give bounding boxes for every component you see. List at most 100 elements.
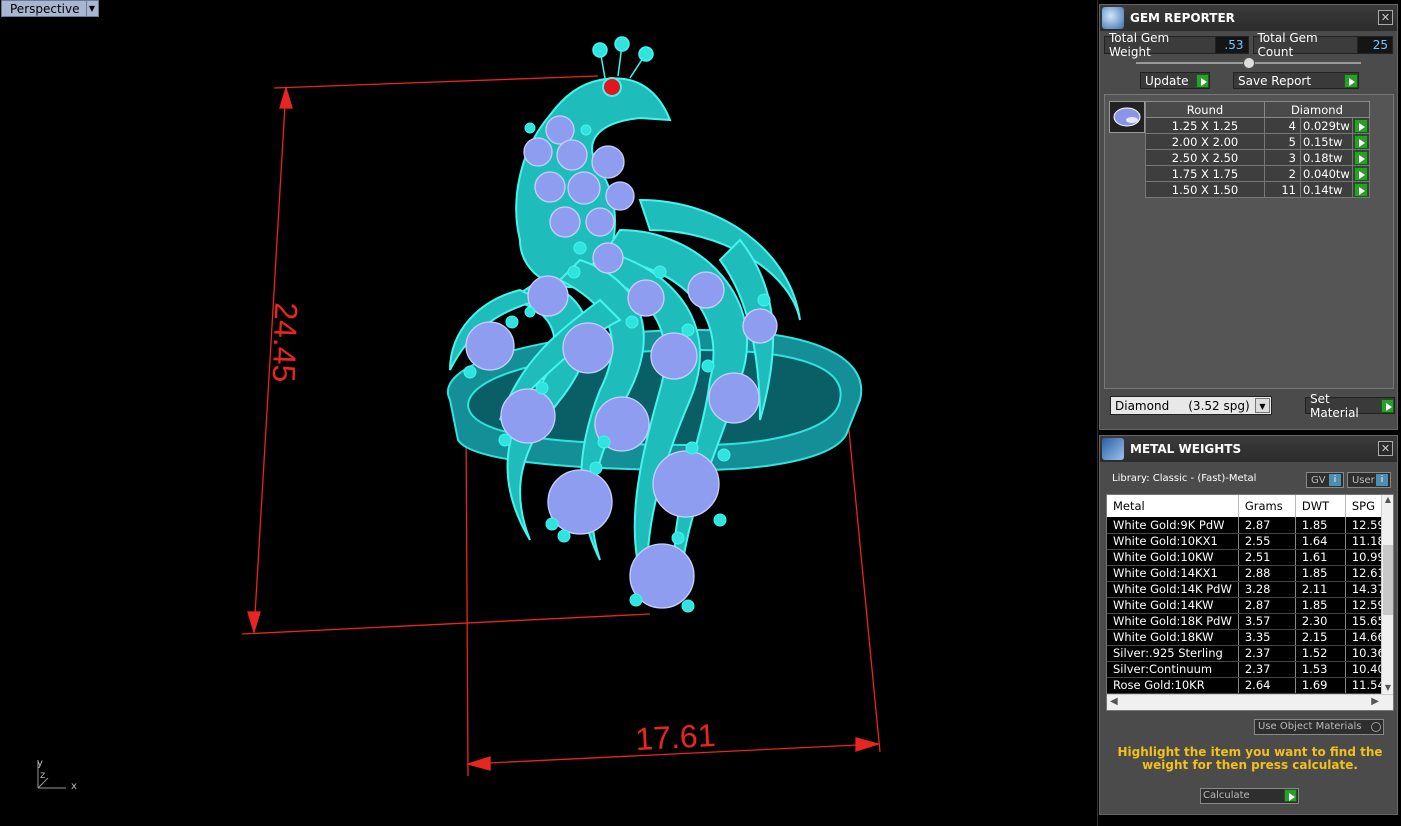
gem-size-slider[interactable] bbox=[1136, 56, 1361, 70]
gem-row[interactable]: 1.50 X 1.50 11 0.14tw bbox=[1145, 181, 1370, 198]
table-row[interactable]: Rose Gold:10KR 2.64 1.69 11.54 bbox=[1107, 677, 1392, 694]
vertical-scrollbar[interactable]: ▲ ▼ bbox=[1381, 495, 1393, 695]
calculate-button-label: Calculate bbox=[1203, 790, 1250, 801]
viewport-tab-label[interactable]: Perspective bbox=[1, 0, 87, 17]
gem-reporter-close-button[interactable]: ✕ bbox=[1378, 10, 1393, 25]
calculate-button[interactable]: Calculate bbox=[1200, 788, 1299, 804]
metal-col-header[interactable]: Metal bbox=[1107, 495, 1239, 517]
total-gem-weight-field: Total Gem Weight .53 bbox=[1104, 31, 1249, 59]
horizontal-scrollbar[interactable]: ◀ ▶ bbox=[1107, 694, 1393, 710]
total-gem-count-label: Total Gem Count bbox=[1257, 31, 1318, 59]
metal-grams: 2.87 bbox=[1238, 597, 1296, 614]
ring-model-render[interactable]: 24.45 17.61 y z x bbox=[0, 0, 1098, 826]
update-button[interactable]: Update bbox=[1140, 72, 1210, 89]
metal-weights-close-button[interactable]: ✕ bbox=[1378, 441, 1393, 456]
table-row[interactable]: White Gold:10KX1 2.55 1.64 11.18 bbox=[1107, 533, 1392, 550]
select-arrow-icon[interactable] bbox=[1353, 118, 1368, 133]
table-row[interactable]: Silver:Continuum 2.37 1.53 10.40 bbox=[1107, 661, 1392, 678]
axis-y-label: y bbox=[37, 758, 43, 769]
dimension-vertical-label: 24.45 bbox=[266, 302, 305, 383]
user-toggle[interactable]: User i bbox=[1347, 472, 1391, 488]
dimension-horizontal-label: 17.61 bbox=[634, 717, 716, 757]
gem-count: 11 bbox=[1264, 181, 1301, 198]
metal-weights-title: METAL WEIGHTS bbox=[1130, 442, 1242, 456]
table-row[interactable]: White Gold:10KW 2.51 1.61 10.99 bbox=[1107, 549, 1392, 566]
gem-table: Round Diamond 1.25 X 1.25 4 0.029tw 2.00… bbox=[1145, 101, 1370, 198]
perspective-viewport[interactable]: 24.45 17.61 y z x Perspective ▼ bbox=[0, 0, 1098, 826]
metal-dwt: 1.69 bbox=[1295, 677, 1346, 694]
table-row[interactable]: White Gold:14KX1 2.88 1.85 12.61 bbox=[1107, 565, 1392, 582]
gem-row[interactable]: 2.50 X 2.50 3 0.18tw bbox=[1145, 149, 1370, 166]
metal-dwt: 1.85 bbox=[1295, 597, 1346, 614]
use-object-materials-label: Use Object Materials bbox=[1258, 721, 1362, 732]
metal-dwt: 1.64 bbox=[1295, 533, 1346, 550]
scroll-right-icon[interactable]: ▶ bbox=[1371, 696, 1379, 707]
slider-knob[interactable] bbox=[1243, 57, 1255, 69]
gem-row[interactable]: 2.00 X 2.00 5 0.15tw bbox=[1145, 133, 1370, 150]
play-arrow-icon bbox=[1381, 398, 1394, 413]
gem-count: 3 bbox=[1264, 149, 1301, 166]
select-arrow-icon[interactable] bbox=[1353, 134, 1368, 149]
table-row[interactable]: White Gold:9K PdW 2.87 1.85 12.59 bbox=[1107, 517, 1392, 534]
metal-dwt: 2.11 bbox=[1295, 581, 1346, 598]
play-arrow-icon bbox=[1196, 73, 1209, 88]
scroll-left-icon[interactable]: ◀ bbox=[1110, 696, 1118, 707]
metal-grams: 3.35 bbox=[1238, 629, 1296, 646]
gem-weight: 0.18tw bbox=[1300, 149, 1353, 166]
metal-table-container[interactable]: Metal Grams DWT SPG White Gold:9K PdW 2.8… bbox=[1106, 494, 1394, 711]
gem-weight: 0.15tw bbox=[1300, 133, 1353, 150]
play-arrow-icon bbox=[1344, 73, 1358, 88]
set-material-button[interactable]: Set Material bbox=[1305, 392, 1395, 420]
user-toggle-label: User bbox=[1352, 474, 1375, 486]
scroll-up-icon[interactable]: ▲ bbox=[1382, 495, 1393, 507]
table-row[interactable]: Silver:.925 Sterling 2.37 1.52 10.36 bbox=[1107, 645, 1392, 662]
select-arrow-icon[interactable] bbox=[1353, 182, 1368, 197]
table-row[interactable]: White Gold:18K PdW 3.57 2.30 15.65 bbox=[1107, 613, 1392, 630]
round-gem-thumbnail-icon[interactable] bbox=[1109, 101, 1145, 133]
axis-z-label: z bbox=[40, 770, 45, 781]
use-object-materials-option[interactable]: Use Object Materials bbox=[1254, 719, 1384, 735]
grams-col-header[interactable]: Grams bbox=[1238, 495, 1296, 517]
metal-grams: 2.37 bbox=[1238, 645, 1296, 662]
material-select[interactable]: Diamond (3.52 spg) ▼ bbox=[1110, 396, 1272, 415]
gem-reporter-app-icon bbox=[1102, 7, 1124, 29]
dwt-col-header[interactable]: DWT bbox=[1295, 495, 1346, 517]
scrollbar-thumb[interactable] bbox=[1383, 545, 1393, 615]
metal-grams: 2.55 bbox=[1238, 533, 1296, 550]
metal-name: White Gold:10KW bbox=[1107, 549, 1239, 566]
save-report-button[interactable]: Save Report bbox=[1233, 72, 1359, 89]
metal-weights-titlebar[interactable]: METAL WEIGHTS ✕ bbox=[1100, 436, 1397, 462]
gem-table-header-stone: Diamond bbox=[1264, 101, 1370, 118]
table-row[interactable]: White Gold:14KW 2.87 1.85 12.59 bbox=[1107, 597, 1392, 614]
metal-name: White Gold:18K PdW bbox=[1107, 613, 1239, 630]
metal-dwt: 1.85 bbox=[1295, 565, 1346, 582]
viewport-tab[interactable]: Perspective ▼ bbox=[1, 0, 99, 17]
metal-grams: 2.88 bbox=[1238, 565, 1296, 582]
metal-name: White Gold:9K PdW bbox=[1107, 517, 1239, 534]
gem-row[interactable]: 1.75 X 1.75 2 0.040tw bbox=[1145, 165, 1370, 182]
metal-name: White Gold:10KX1 bbox=[1107, 533, 1239, 550]
table-row[interactable]: White Gold:14K PdW 3.28 2.11 14.37 bbox=[1107, 581, 1392, 598]
instruction-hint: Highlight the item you want to find the … bbox=[1117, 745, 1383, 772]
radio-icon[interactable] bbox=[1371, 722, 1381, 732]
metal-name: Silver:.925 Sterling bbox=[1107, 645, 1239, 662]
metal-grams: 2.51 bbox=[1238, 549, 1296, 566]
metal-name: White Gold:18KW bbox=[1107, 629, 1239, 646]
chevron-down-icon[interactable]: ▼ bbox=[1255, 398, 1270, 413]
info-icon: i bbox=[1376, 474, 1388, 486]
gem-row[interactable]: 1.25 X 1.25 4 0.029tw bbox=[1145, 117, 1370, 134]
table-row[interactable]: White Gold:18KW 3.35 2.15 14.66 bbox=[1107, 629, 1392, 646]
gv-toggle[interactable]: GV i bbox=[1306, 472, 1344, 488]
gem-reporter-titlebar[interactable]: GEM REPORTER ✕ bbox=[1100, 5, 1397, 31]
peacock-crest bbox=[592, 36, 654, 79]
viewport-menu-arrow-icon[interactable]: ▼ bbox=[86, 0, 99, 17]
material-select-value: Diamond (3.52 spg) bbox=[1115, 398, 1250, 413]
peacock-eye-ruby bbox=[602, 77, 622, 97]
axis-x-label: x bbox=[71, 781, 77, 792]
select-arrow-icon[interactable] bbox=[1353, 166, 1368, 181]
metal-name: Silver:Continuum bbox=[1107, 661, 1239, 678]
metal-grams: 3.28 bbox=[1238, 581, 1296, 598]
metal-dwt: 2.15 bbox=[1295, 629, 1346, 646]
total-gem-count-field: Total Gem Count 25 bbox=[1252, 31, 1393, 59]
select-arrow-icon[interactable] bbox=[1353, 150, 1368, 165]
